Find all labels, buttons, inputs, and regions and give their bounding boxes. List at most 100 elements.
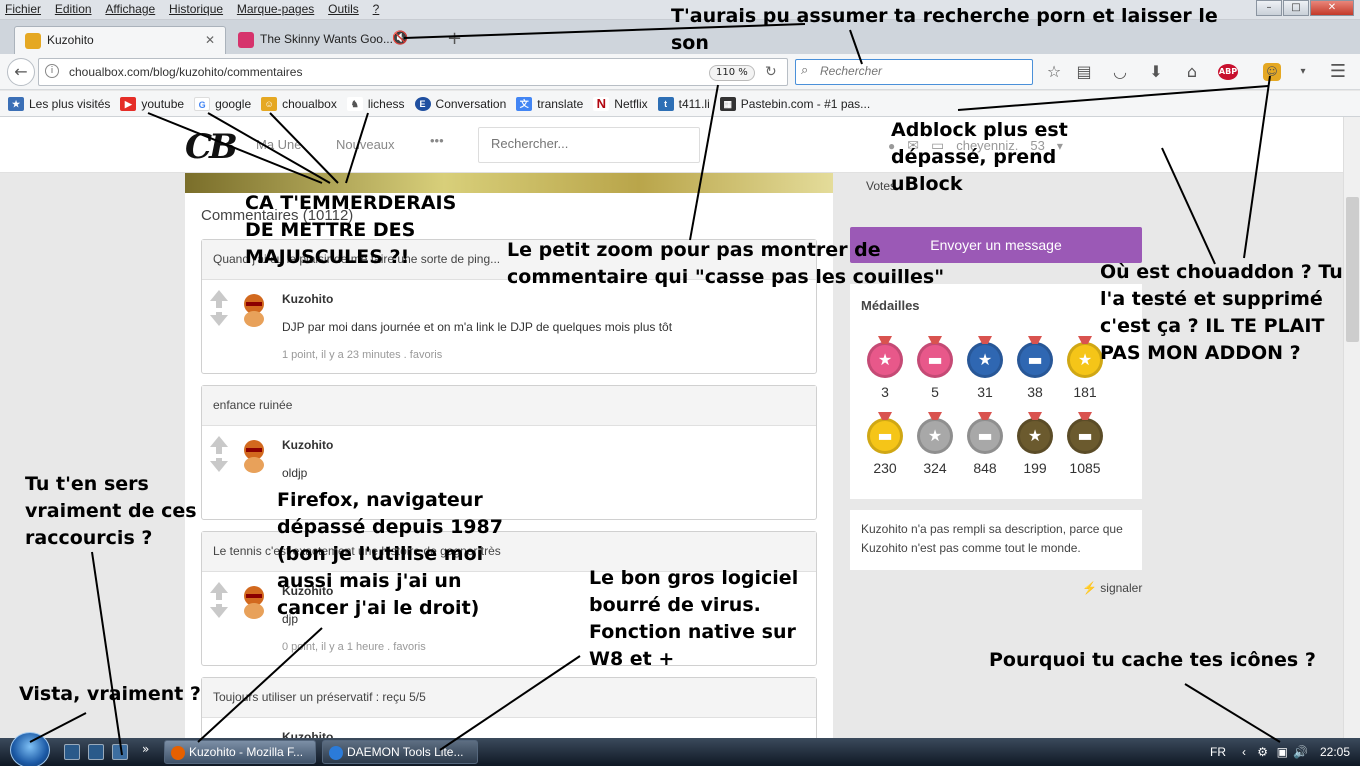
- switch-windows-icon[interactable]: [88, 744, 104, 760]
- downvote-icon[interactable]: [210, 461, 228, 472]
- menu-aide[interactable]: ?: [368, 0, 385, 18]
- scrollbar[interactable]: [1343, 117, 1360, 738]
- medal[interactable]: ★ 3: [865, 336, 905, 400]
- menu-marque-pages[interactable]: Marque-pages: [232, 0, 319, 18]
- download-icon[interactable]: ⬇: [1145, 62, 1167, 82]
- bookmark-pastebin[interactable]: ▦ Pastebin.com - #1 pas...: [719, 96, 871, 111]
- bookmark-t411[interactable]: t t411.li: [657, 96, 710, 111]
- start-button[interactable]: [10, 732, 50, 766]
- muted-speaker-icon[interactable]: 🔇: [392, 31, 408, 46]
- nav-ma-une[interactable]: Ma Une: [256, 137, 302, 152]
- reload-icon[interactable]: ↻: [765, 64, 777, 80]
- clock[interactable]: 22:05: [1320, 738, 1350, 766]
- taskbar-button-firefox[interactable]: Kuzohito - Mozilla F...: [164, 740, 316, 764]
- menu-historique[interactable]: Historique: [164, 0, 228, 18]
- medal[interactable]: ▬ 5: [915, 336, 955, 400]
- upvote-icon[interactable]: [210, 582, 228, 593]
- medal[interactable]: ★ 199: [1015, 412, 1055, 476]
- medals-title: Médailles: [861, 298, 920, 313]
- thread-title[interactable]: enfance ruinée: [202, 386, 816, 426]
- choualbox-addon-icon[interactable]: ☺: [1263, 63, 1281, 81]
- search-input[interactable]: [820, 64, 1020, 78]
- maximize-button[interactable]: □: [1283, 0, 1309, 16]
- medal[interactable]: ★ 31: [965, 336, 1005, 400]
- pocket-icon[interactable]: ◡: [1109, 62, 1131, 82]
- bookmark-youtube[interactable]: ▶ youtube: [120, 96, 185, 111]
- upvote-icon[interactable]: [210, 290, 228, 301]
- medal-count: 38: [1027, 384, 1043, 400]
- info-icon[interactable]: i: [45, 64, 59, 78]
- avatar[interactable]: [240, 292, 268, 328]
- annotation-adblock: Adblock plus est dépassé, prend uBlock: [891, 119, 1068, 195]
- taskbar-button-daemon-tools[interactable]: DAEMON Tools Lite...: [322, 740, 478, 764]
- bookmarks-list-icon[interactable]: ▤: [1073, 62, 1095, 82]
- close-window-button[interactable]: ✕: [1310, 0, 1354, 16]
- bookmark-label: youtube: [141, 96, 185, 111]
- display-icon[interactable]: ▣: [1277, 738, 1288, 766]
- downvote-icon[interactable]: [210, 607, 228, 618]
- star-icon: ★: [1017, 418, 1053, 454]
- avatar[interactable]: [240, 438, 268, 474]
- volume-icon[interactable]: 🔊: [1293, 738, 1308, 766]
- tab-kuzohito[interactable]: Kuzohito ✕: [14, 26, 226, 54]
- show-hidden-icons-icon[interactable]: ‹: [1242, 738, 1246, 766]
- comment-author[interactable]: Kuzohito: [282, 438, 333, 452]
- bookmark-translate[interactable]: 文 translate: [516, 96, 583, 111]
- menu-affichage[interactable]: Affichage: [100, 0, 160, 18]
- bookmark-netflix[interactable]: N Netflix: [593, 96, 648, 111]
- nav-nouveaux[interactable]: Nouveaux: [336, 137, 395, 152]
- medal[interactable]: ▬ 1085: [1065, 412, 1105, 476]
- bookmark-star-icon[interactable]: ☆: [1043, 62, 1065, 82]
- chevron-down-icon[interactable]: ▾: [1292, 62, 1314, 82]
- zoom-indicator[interactable]: 110 %: [709, 65, 755, 81]
- bookmark-les-plus-visites[interactable]: ★ Les plus visités: [8, 96, 110, 111]
- vote-controls: [210, 436, 228, 476]
- language-indicator[interactable]: FR: [1210, 738, 1226, 766]
- speech-icon: ▬: [867, 418, 903, 454]
- netflix-icon: N: [593, 96, 610, 111]
- comment-text: oldjp: [282, 466, 308, 480]
- new-tab-button[interactable]: +: [447, 28, 462, 49]
- menu-fichier[interactable]: Fichier: [0, 0, 46, 18]
- bookmark-lichess[interactable]: ♞ lichess: [346, 96, 405, 111]
- home-icon[interactable]: ⌂: [1181, 62, 1203, 82]
- menu-hamburger-icon[interactable]: ☰: [1327, 62, 1349, 82]
- report-link[interactable]: ⚡ signaler: [1082, 581, 1142, 595]
- avatar[interactable]: [240, 584, 268, 620]
- bookmark-choualbox[interactable]: ☺ choualbox: [261, 96, 337, 111]
- medal[interactable]: ★ 181: [1065, 336, 1105, 400]
- medal[interactable]: ▬ 848: [965, 412, 1005, 476]
- youtube-icon: ▶: [120, 96, 137, 111]
- bookmark-conversation[interactable]: E Conversation: [414, 96, 506, 111]
- shortcut-icon[interactable]: [112, 744, 128, 760]
- annotation-firefox: Firefox, navigateur dépassé depuis 1987 …: [277, 489, 503, 619]
- back-button[interactable]: ←: [7, 58, 35, 86]
- comment-author[interactable]: Kuzohito: [282, 292, 333, 306]
- show-desktop-icon[interactable]: [64, 744, 80, 760]
- menu-outils[interactable]: Outils: [323, 0, 364, 18]
- close-tab-icon[interactable]: ✕: [205, 33, 215, 47]
- medal[interactable]: ▬ 230: [865, 412, 905, 476]
- search-box[interactable]: ⌕: [795, 59, 1033, 85]
- downvote-icon[interactable]: [210, 315, 228, 326]
- adblock-plus-icon[interactable]: ABP: [1218, 64, 1238, 80]
- site-search[interactable]: [478, 127, 700, 163]
- bookmark-google[interactable]: Ggoogle: [194, 96, 251, 111]
- tab-title: Kuzohito: [47, 33, 94, 48]
- site-favicon-icon: [238, 32, 254, 48]
- conversation-icon: E: [414, 96, 431, 111]
- site-search-input[interactable]: [491, 136, 691, 151]
- network-icon[interactable]: ⚙: [1257, 738, 1268, 766]
- comment-author[interactable]: Kuzohito: [282, 730, 333, 738]
- medal[interactable]: ▬ 38: [1015, 336, 1055, 400]
- menu-edition[interactable]: Edition: [50, 0, 97, 18]
- medal-count: 230: [873, 460, 897, 476]
- bookmark-label: Pastebin.com - #1 pas...: [740, 96, 871, 111]
- thread-title[interactable]: Toujours utiliser un préservatif : reçu …: [202, 678, 816, 718]
- url-bar[interactable]: i choualbox.com/blog/kuzohito/commentair…: [38, 58, 788, 86]
- medal[interactable]: ★ 324: [915, 412, 955, 476]
- more-shortcuts-icon[interactable]: »: [142, 742, 149, 756]
- site-logo[interactable]: CB: [185, 127, 238, 167]
- upvote-icon[interactable]: [210, 436, 228, 447]
- nav-more-icon[interactable]: •••: [430, 133, 444, 148]
